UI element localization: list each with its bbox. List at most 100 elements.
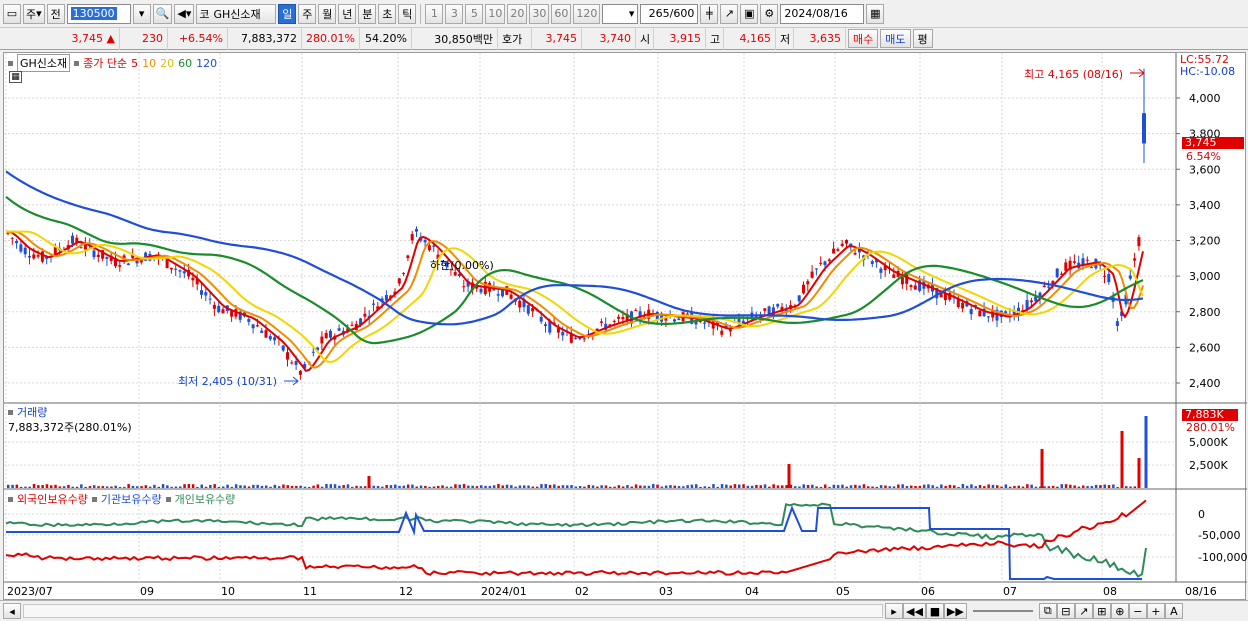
layout-icon[interactable]: ⧉ <box>1038 603 1057 619</box>
candle-body <box>1047 286 1051 288</box>
x-axis-tick-label: 2024/01 <box>481 585 527 598</box>
x-axis-tick-label: 06 <box>921 585 935 598</box>
volume-bar <box>140 486 143 488</box>
volume-bar <box>247 486 251 488</box>
candle-body <box>853 253 857 255</box>
volume-bar <box>785 485 788 488</box>
volume-bar <box>1043 486 1046 488</box>
market-select[interactable]: 주 ▾ <box>23 3 45 24</box>
candle-body <box>221 309 225 314</box>
candle-body <box>105 257 109 259</box>
interval-input[interactable]: ▾ <box>602 3 639 24</box>
interval-3-button[interactable]: 3 <box>445 3 464 24</box>
eval-button[interactable]: 평 <box>912 29 933 48</box>
crosshair-icon[interactable]: ⊕ <box>1110 603 1129 619</box>
candle-body <box>462 286 466 288</box>
font-size-icon[interactable]: A <box>1164 603 1183 619</box>
calendar-icon[interactable]: ▦ <box>866 3 885 24</box>
split-icon[interactable]: ⊟ <box>1056 603 1075 619</box>
volume-bar <box>1144 416 1148 488</box>
speaker-icon[interactable]: ◀▾ <box>174 3 195 24</box>
interval-1-button[interactable]: 1 <box>425 3 444 24</box>
volume-bar <box>965 485 969 488</box>
zoom-slider[interactable] <box>972 610 1033 612</box>
volume-bar <box>204 486 208 488</box>
stock-name-box[interactable]: 코 GH신소재 <box>196 3 277 24</box>
compare-icon[interactable]: ⊞ <box>1092 603 1111 619</box>
rewind-icon[interactable]: ◀◀ <box>903 603 926 619</box>
candle-body <box>1055 268 1059 278</box>
volume-bar <box>265 485 268 488</box>
code-dropdown-icon[interactable]: ▾ <box>132 3 151 24</box>
volume-tag: 7,883K <box>1182 409 1238 421</box>
volume-bar <box>161 484 165 488</box>
window-icon[interactable]: ▭ <box>3 3 21 24</box>
current-price: 3,745 ▲ <box>0 27 120 50</box>
volume-bar <box>1056 486 1059 488</box>
stop-icon[interactable]: ■ <box>925 603 944 619</box>
sell-button[interactable]: 매도 <box>880 29 911 48</box>
scroll-left-icon[interactable]: ◂ <box>3 603 21 619</box>
volume-bar <box>901 484 904 488</box>
volume-bar <box>1125 486 1128 488</box>
buy-button[interactable]: 매수 <box>848 29 879 48</box>
price-y-tick-label: 3,400 <box>1189 199 1221 212</box>
zoom-in-icon[interactable]: + <box>1146 603 1165 619</box>
price-value: 3,745 <box>71 32 104 45</box>
candle-body <box>836 249 840 251</box>
holdings-y-tick-label: -100,000 <box>1198 551 1247 564</box>
period-tick-button[interactable]: 틱 <box>398 3 417 24</box>
settings-gear-icon[interactable]: ⚙ <box>760 3 779 24</box>
interval-5-button[interactable]: 5 <box>465 3 484 24</box>
calculator-icon[interactable]: ▦ <box>9 71 22 83</box>
chart-area[interactable]: 2023/07 09 10 11 12 2024/01 02 03 04 05 06 07 08 08/1… <box>3 52 1247 601</box>
volume-bar <box>84 486 87 488</box>
volume-bar <box>566 485 569 488</box>
candle-type-icon[interactable]: ╪ <box>700 3 719 24</box>
candle-body <box>806 281 810 285</box>
chart-type-icon[interactable]: ↗ <box>1074 603 1093 619</box>
volume-bar <box>1051 485 1055 488</box>
candle-body <box>802 284 805 294</box>
candle-body <box>544 324 547 327</box>
volume-bar <box>819 486 823 488</box>
volume-bar <box>557 485 560 488</box>
count-input[interactable]: 265/600 <box>640 3 699 24</box>
candle-body <box>574 338 578 340</box>
zoom-out-icon[interactable]: − <box>1128 603 1147 619</box>
fast-forward-icon[interactable]: ▶▶ <box>943 603 967 619</box>
period-week-button[interactable]: 주 <box>298 3 317 24</box>
volume-bar <box>725 484 728 488</box>
interval-60-button[interactable]: 60 <box>551 3 572 24</box>
period-day-button[interactable]: 일 <box>278 3 297 24</box>
period-second-button[interactable]: 초 <box>378 3 397 24</box>
volume-bar <box>58 486 62 488</box>
volume-bar <box>217 486 221 488</box>
volume-bar <box>927 484 930 488</box>
draw-tool-icon[interactable]: ↗ <box>720 3 739 24</box>
interval-10-button[interactable]: 10 <box>485 3 506 24</box>
volume-bar <box>136 486 139 488</box>
volume-bar <box>935 486 939 488</box>
period-month-button[interactable]: 월 <box>318 3 337 24</box>
save-icon[interactable]: ▣ <box>740 3 759 24</box>
price-y-tick-label: 2,600 <box>1189 341 1221 354</box>
volume-bar <box>183 484 186 488</box>
prev-button[interactable]: 전 <box>46 3 65 24</box>
search-icon[interactable]: 🔍 <box>152 3 173 24</box>
volume-bar <box>630 486 633 488</box>
stock-code-input[interactable]: 130500 <box>66 3 131 24</box>
interval-120-button[interactable]: 120 <box>573 3 601 24</box>
candle-body <box>879 268 883 273</box>
scroll-track[interactable] <box>23 604 883 618</box>
candle-body <box>363 313 367 317</box>
interval-20-button[interactable]: 20 <box>507 3 528 24</box>
candle-body <box>182 271 186 274</box>
period-year-button[interactable]: 년 <box>338 3 357 24</box>
interval-30-button[interactable]: 30 <box>529 3 550 24</box>
scroll-right-icon[interactable]: ▸ <box>885 603 903 619</box>
date-input[interactable]: 2024/08/16 <box>780 3 865 24</box>
candle-body <box>178 270 182 272</box>
chart-canvas[interactable]: 2023/07 09 10 11 12 2024/01 02 03 04 05 06 07 08 08/1… <box>4 53 1247 601</box>
period-minute-button[interactable]: 분 <box>358 3 377 24</box>
